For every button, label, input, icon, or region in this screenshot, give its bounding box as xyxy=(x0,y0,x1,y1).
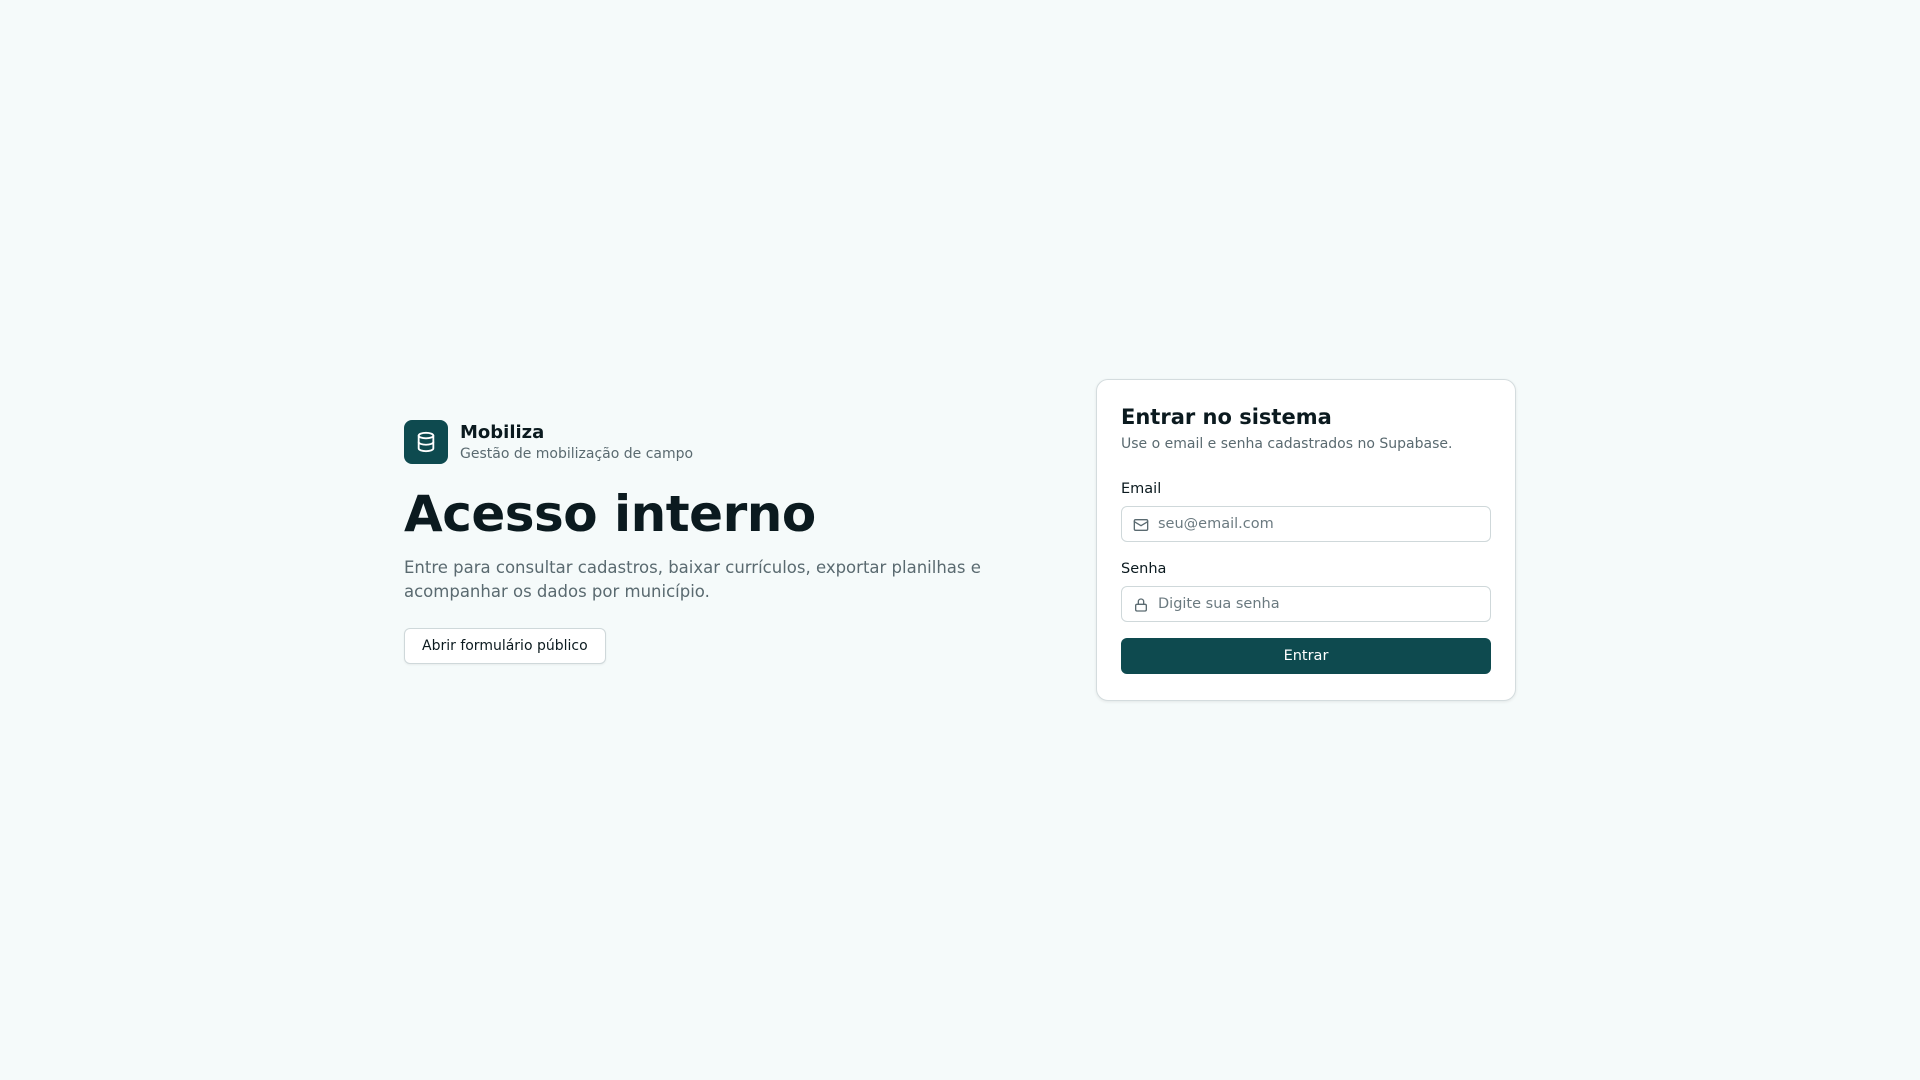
brand-tagline: Gestão de mobilização de campo xyxy=(460,445,694,462)
lock-icon xyxy=(1133,597,1149,613)
password-label: Senha xyxy=(1121,561,1167,577)
login-card: Entrar no sistema Use o email e senha ca… xyxy=(1096,379,1516,701)
brand: Mobiliza Gestão de mobilização de campo xyxy=(404,420,1004,464)
database-icon xyxy=(417,431,435,453)
login-submit-button[interactable]: Entrar xyxy=(1121,638,1491,674)
brand-logo xyxy=(404,420,448,464)
login-title: Entrar no sistema xyxy=(1121,405,1332,429)
login-page: Mobiliza Gestão de mobilização de campo … xyxy=(0,0,1920,1080)
email-field[interactable] xyxy=(1122,507,1490,541)
login-subtitle: Use o email e senha cadastrados no Supab… xyxy=(1121,436,1453,452)
password-field[interactable] xyxy=(1122,587,1490,621)
brand-name: Mobiliza xyxy=(460,421,545,443)
hero-section: Mobiliza Gestão de mobilização de campo … xyxy=(404,420,1004,664)
email-label: Email xyxy=(1121,481,1162,497)
mail-icon xyxy=(1133,517,1149,533)
page-title: Acesso interno xyxy=(404,485,816,543)
email-field-wrapper xyxy=(1121,506,1491,542)
password-field-wrapper xyxy=(1121,586,1491,622)
brand-text: Mobiliza Gestão de mobilização de campo xyxy=(460,422,693,463)
page-description: Entre para consultar cadastros, baixar c… xyxy=(404,558,981,601)
open-public-form-button[interactable]: Abrir formulário público xyxy=(404,628,606,664)
